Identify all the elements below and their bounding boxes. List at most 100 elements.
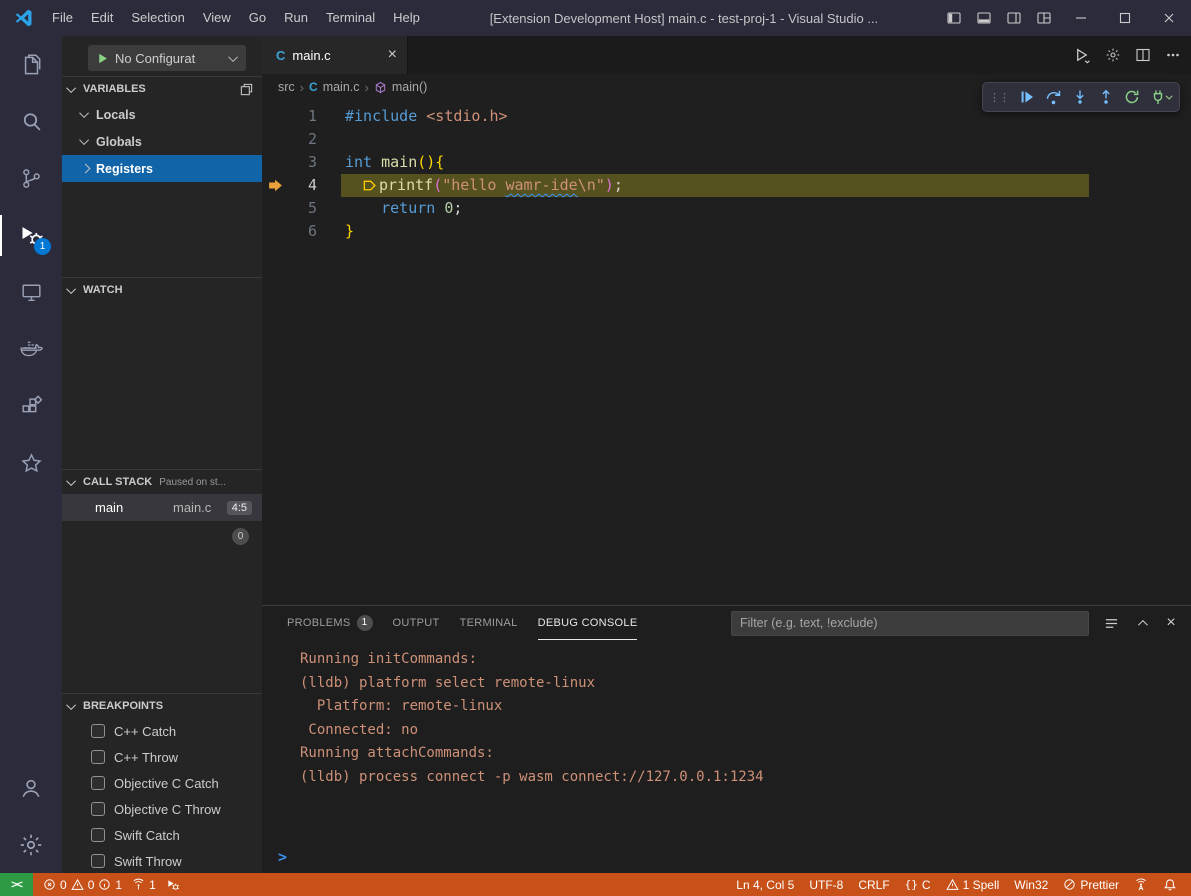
checkbox[interactable]: [91, 854, 105, 868]
panel-tab-output[interactable]: OUTPUT: [393, 606, 440, 640]
status-encoding[interactable]: UTF-8: [809, 878, 843, 892]
minimize-button[interactable]: [1059, 0, 1103, 36]
checkbox[interactable]: [91, 750, 105, 764]
breakpoint-c-catch[interactable]: C++ Catch: [62, 718, 262, 744]
problems-indicator[interactable]: 0 0 1: [43, 878, 122, 892]
watch-section-header[interactable]: WATCH: [62, 278, 262, 302]
collapse-all-icon[interactable]: [239, 82, 254, 97]
debug-console-output[interactable]: Running initCommands:(lldb) platform sel…: [262, 640, 1191, 789]
variables-item-registers[interactable]: Registers: [62, 155, 262, 182]
tab-main-c[interactable]: C main.c ×: [262, 36, 408, 74]
checkbox[interactable]: [91, 802, 105, 816]
panel-tab-terminal[interactable]: TERMINAL: [460, 606, 518, 640]
maximize-button[interactable]: [1103, 0, 1147, 36]
split-editor-icon[interactable]: [1135, 47, 1151, 63]
close-button[interactable]: [1147, 0, 1191, 36]
activity-remote-explorer[interactable]: [0, 264, 62, 321]
activity-docker[interactable]: [0, 321, 62, 378]
debug-session-indicator[interactable]: [166, 878, 180, 892]
remote-indicator[interactable]: ><: [0, 873, 33, 896]
activity-settings[interactable]: [0, 816, 62, 873]
debug-disconnect-button[interactable]: [1150, 89, 1173, 105]
status-language[interactable]: {}C: [905, 878, 931, 892]
editor-actions: [1074, 36, 1181, 74]
breadcrumb-src[interactable]: src: [278, 80, 295, 94]
breakpoint-objective-c-throw[interactable]: Objective C Throw: [62, 796, 262, 822]
code-editor[interactable]: 1#include <stdio.h>23int main(){4printf(…: [262, 100, 1191, 605]
call-stack-section-header[interactable]: CALL STACK Paused on st...: [62, 470, 262, 494]
gear-icon[interactable]: [1105, 47, 1121, 63]
checkbox[interactable]: [91, 776, 105, 790]
activity-extensions[interactable]: [0, 378, 62, 435]
gutter-glyph-margin[interactable]: [262, 128, 288, 151]
panel-tab-debug-console[interactable]: DEBUG CONSOLE: [538, 606, 638, 640]
more-actions-icon[interactable]: [1165, 47, 1181, 63]
activity-search[interactable]: [0, 93, 62, 150]
debug-current-line-arrow-icon[interactable]: [262, 174, 288, 197]
activity-explorer[interactable]: [0, 36, 62, 93]
start-debug-icon[interactable]: [96, 52, 109, 65]
stack-frame-row[interactable]: main main.c 4:5: [62, 494, 262, 521]
menu-go[interactable]: Go: [240, 0, 275, 36]
code-line-2[interactable]: 2: [262, 128, 1191, 151]
debug-restart-button[interactable]: [1124, 89, 1140, 105]
status-bell[interactable]: [1163, 878, 1177, 892]
output-actions-icon[interactable]: [1099, 611, 1123, 635]
gutter-glyph-margin[interactable]: [262, 197, 288, 220]
variables-section-header[interactable]: VARIABLES: [62, 77, 262, 101]
status-spell[interactable]: 1 Spell: [946, 878, 1000, 892]
breakpoint-objective-c-catch[interactable]: Objective C Catch: [62, 770, 262, 796]
gutter-glyph-margin[interactable]: [262, 151, 288, 174]
code-line-5[interactable]: 5 return 0;: [262, 197, 1191, 220]
maximize-panel-icon[interactable]: [1129, 611, 1153, 635]
gutter-glyph-margin[interactable]: [262, 105, 288, 128]
debug-step-out-button[interactable]: [1098, 89, 1114, 105]
breadcrumb-symbol[interactable]: main(): [392, 80, 427, 94]
run-or-debug-icon[interactable]: [1074, 47, 1091, 64]
menu-selection[interactable]: Selection: [122, 0, 193, 36]
menu-file[interactable]: File: [43, 0, 82, 36]
menu-view[interactable]: View: [194, 0, 240, 36]
breakpoints-section-header[interactable]: BREAKPOINTS: [62, 694, 262, 718]
gutter-glyph-margin[interactable]: [262, 220, 288, 243]
menu-help[interactable]: Help: [384, 0, 429, 36]
menu-edit[interactable]: Edit: [82, 0, 122, 36]
menu-run[interactable]: Run: [275, 0, 317, 36]
status-platform[interactable]: Win32: [1014, 878, 1048, 892]
status-cursor-position[interactable]: Ln 4, Col 5: [736, 878, 794, 892]
activity-source-control[interactable]: [0, 150, 62, 207]
toggle-sidebar-icon[interactable]: [939, 0, 969, 36]
toggle-panel-icon[interactable]: [969, 0, 999, 36]
toggle-secondary-sidebar-icon[interactable]: [999, 0, 1029, 36]
breakpoint-swift-catch[interactable]: Swift Catch: [62, 822, 262, 848]
breadcrumb-file[interactable]: main.c: [323, 80, 360, 94]
menu-terminal[interactable]: Terminal: [317, 0, 384, 36]
debug-continue-button[interactable]: [1019, 89, 1035, 105]
activity-favorites[interactable]: [0, 435, 62, 492]
status-eol[interactable]: CRLF: [858, 878, 889, 892]
variables-item-locals[interactable]: Locals: [62, 101, 262, 128]
filter-input[interactable]: [731, 611, 1089, 636]
debug-config-dropdown[interactable]: No Configurat: [88, 45, 246, 71]
drag-handle-icon[interactable]: ⋮⋮: [989, 91, 1009, 104]
close-tab-icon[interactable]: ×: [388, 47, 397, 63]
status-prettier[interactable]: Prettier: [1063, 878, 1119, 892]
close-panel-icon[interactable]: ×: [1159, 611, 1183, 635]
customize-layout-icon[interactable]: [1029, 0, 1059, 36]
variables-item-globals[interactable]: Globals: [62, 128, 262, 155]
breakpoint-c-throw[interactable]: C++ Throw: [62, 744, 262, 770]
breakpoint-swift-throw[interactable]: Swift Throw: [62, 848, 262, 874]
code-line-3[interactable]: 3int main(){: [262, 151, 1191, 174]
status-radio-tower[interactable]: [1134, 878, 1148, 892]
panel-tab-problems[interactable]: PROBLEMS1: [287, 606, 373, 640]
code-line-6[interactable]: 6}: [262, 220, 1191, 243]
ports-indicator[interactable]: 1: [132, 878, 156, 892]
code-line-4[interactable]: 4printf("hello wamr-ide\n");: [262, 174, 1191, 197]
activity-account[interactable]: [0, 759, 62, 816]
debug-step-into-button[interactable]: [1072, 89, 1088, 105]
activity-run-debug[interactable]: 1: [0, 207, 62, 264]
checkbox[interactable]: [91, 724, 105, 738]
console-prompt[interactable]: >: [278, 848, 287, 866]
checkbox[interactable]: [91, 828, 105, 842]
debug-step-over-button[interactable]: [1045, 89, 1062, 106]
